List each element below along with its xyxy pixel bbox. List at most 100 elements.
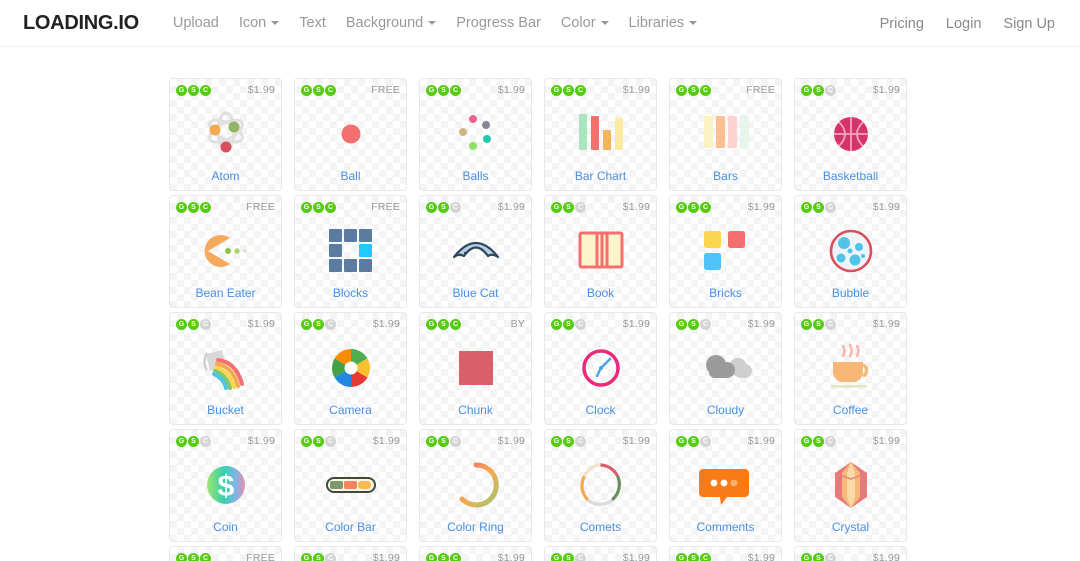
card-title-link[interactable]: Bean Eater bbox=[170, 286, 281, 300]
card-title-link[interactable]: Clock bbox=[545, 403, 656, 417]
nav-item-pricing[interactable]: Pricing bbox=[869, 16, 935, 32]
format-badge-s-icon: S bbox=[188, 318, 199, 330]
animation-card[interactable]: G S C $1.99 Bucket bbox=[169, 312, 282, 425]
card-title-link[interactable]: Coin bbox=[170, 520, 281, 534]
animation-card[interactable]: G S C $1.99 Book bbox=[544, 195, 657, 308]
card-title-link[interactable]: Blue Cat bbox=[420, 286, 531, 300]
animation-card[interactable]: G S C FREE Blocks bbox=[294, 195, 407, 308]
format-badge-s-icon: S bbox=[813, 318, 824, 330]
card-title-link[interactable]: Ball bbox=[295, 169, 406, 183]
format-badge-c-icon: C bbox=[325, 318, 336, 330]
card-title-link[interactable]: Bubble bbox=[795, 286, 906, 300]
animation-card[interactable]: G S C $1.99 Camera bbox=[294, 312, 407, 425]
nav-item-libraries[interactable]: Libraries bbox=[619, 15, 708, 31]
nav-item-label: Background bbox=[345, 15, 424, 31]
card-header: G S C $1.99 bbox=[551, 201, 650, 213]
card-format-badges: GSC bbox=[176, 84, 211, 96]
format-badge-s-icon: S bbox=[313, 84, 324, 96]
card-title-link[interactable]: Basketball bbox=[795, 169, 906, 183]
format-badge-c-icon: C bbox=[450, 201, 461, 213]
animation-card[interactable]: G S C $1.99 Blue Cat bbox=[419, 195, 532, 308]
card-title-link[interactable]: Camera bbox=[295, 403, 406, 417]
animation-card[interactable]: G S C $1.99 Balls bbox=[419, 78, 532, 191]
animation-card[interactable]: G S C FREE Bean Eater bbox=[169, 195, 282, 308]
card-format-badges: GSC bbox=[551, 552, 586, 561]
nav-item-progress-bar[interactable]: Progress Bar bbox=[446, 15, 551, 31]
format-badge-g-icon: G bbox=[801, 318, 812, 330]
nav-item-color[interactable]: Color bbox=[551, 15, 619, 31]
card-price-label: $1.99 bbox=[247, 84, 275, 96]
animation-card[interactable]: G S C $1.99 Atom bbox=[169, 78, 282, 191]
card-header: G S C $1.99 bbox=[301, 552, 400, 561]
animation-card[interactable]: G S C $1.99 Bubble bbox=[794, 195, 907, 308]
animation-card[interactable]: G S C FREE bbox=[169, 546, 282, 561]
card-title-link[interactable]: Blocks bbox=[295, 286, 406, 300]
animation-card[interactable]: G S C $1.99 Bricks bbox=[669, 195, 782, 308]
animation-card[interactable]: G S C $1.99 bbox=[294, 546, 407, 561]
animation-card[interactable]: G S C BY Chunk bbox=[419, 312, 532, 425]
card-title-link[interactable]: Crystal bbox=[795, 520, 906, 534]
format-badge-s-icon: S bbox=[688, 435, 699, 447]
nav-item-text[interactable]: Text bbox=[289, 15, 336, 31]
nav-item-icon[interactable]: Icon bbox=[229, 15, 289, 31]
card-price-label: $1.99 bbox=[622, 201, 650, 213]
account-nav: Pricing Login Sign Up bbox=[869, 0, 1066, 47]
animation-card[interactable]: G S C $1.99 Comments bbox=[669, 429, 782, 542]
card-title-link[interactable]: Color Ring bbox=[420, 520, 531, 534]
animation-card[interactable]: G S C $1.99 Clock bbox=[544, 312, 657, 425]
animation-card[interactable]: G S C $1.99 Cloudy bbox=[669, 312, 782, 425]
format-badge-g-icon: G bbox=[301, 435, 312, 447]
card-title-link[interactable]: Chunk bbox=[420, 403, 531, 417]
card-title-link[interactable]: Bars bbox=[670, 169, 781, 183]
animation-card[interactable]: G S C $1.99 bbox=[544, 546, 657, 561]
card-price-label: $1.99 bbox=[247, 318, 275, 330]
card-title-link[interactable]: Color Bar bbox=[295, 520, 406, 534]
format-badge-s-icon: S bbox=[688, 552, 699, 561]
nav-item-upload[interactable]: Upload bbox=[163, 15, 229, 31]
format-badge-s-icon: S bbox=[688, 84, 699, 96]
card-title-link[interactable]: Bricks bbox=[670, 286, 781, 300]
card-header: G S C $1.99 bbox=[551, 84, 650, 96]
format-badge-s-icon: S bbox=[313, 318, 324, 330]
card-price-label: $1.99 bbox=[247, 435, 275, 447]
format-badge-s-icon: S bbox=[813, 201, 824, 213]
card-preview-chunk-icon bbox=[420, 331, 531, 405]
animation-card[interactable]: G S C $1.99 $ Coin bbox=[169, 429, 282, 542]
card-price-label: $1.99 bbox=[372, 552, 400, 561]
card-title-link[interactable]: Comets bbox=[545, 520, 656, 534]
nav-item-sign-up[interactable]: Sign Up bbox=[992, 16, 1066, 32]
animation-card[interactable]: G S C $1.99 bbox=[794, 546, 907, 561]
card-title-link[interactable]: Atom bbox=[170, 169, 281, 183]
card-price-label: BY bbox=[510, 318, 525, 330]
card-preview-bricks-icon bbox=[670, 214, 781, 288]
card-header: G S C $1.99 bbox=[176, 84, 275, 96]
animation-card[interactable]: G S C $1.99 bbox=[669, 546, 782, 561]
card-title-link[interactable]: Bucket bbox=[170, 403, 281, 417]
card-grid: G S C $1.99 Atom G S C FREE Ball G S C $1.99 Balls G… bbox=[169, 78, 1080, 561]
card-price-label: FREE bbox=[246, 552, 275, 561]
animation-card[interactable]: G S C FREE Ball bbox=[294, 78, 407, 191]
card-title-link[interactable]: Bar Chart bbox=[545, 169, 656, 183]
card-title-link[interactable]: Cloudy bbox=[670, 403, 781, 417]
site-logo[interactable]: LOADING.IO bbox=[23, 12, 139, 35]
nav-item-login[interactable]: Login bbox=[935, 16, 992, 32]
format-badge-g-icon: G bbox=[176, 435, 187, 447]
format-badge-c-icon: C bbox=[700, 84, 711, 96]
animation-card[interactable]: G S C $1.99 Coffee bbox=[794, 312, 907, 425]
animation-card[interactable]: G S C $1.99 bbox=[419, 546, 532, 561]
animation-card[interactable]: G S C $1.99 Color Ring bbox=[419, 429, 532, 542]
nav-item-label: Color bbox=[560, 15, 596, 31]
animation-card[interactable]: G S C $1.99 Comets bbox=[544, 429, 657, 542]
animation-card[interactable]: G S C FREE Bars bbox=[669, 78, 782, 191]
animation-card[interactable]: G S C $1.99 Basketball bbox=[794, 78, 907, 191]
nav-item-background[interactable]: Background bbox=[336, 15, 446, 31]
card-format-badges: GSC bbox=[676, 318, 711, 330]
card-header: G S C $1.99 bbox=[801, 201, 900, 213]
card-title-link[interactable]: Book bbox=[545, 286, 656, 300]
animation-card[interactable]: G S C $1.99 Color Bar bbox=[294, 429, 407, 542]
card-title-link[interactable]: Comments bbox=[670, 520, 781, 534]
animation-card[interactable]: G S C $1.99 Crystal bbox=[794, 429, 907, 542]
card-title-link[interactable]: Coffee bbox=[795, 403, 906, 417]
card-title-link[interactable]: Balls bbox=[420, 169, 531, 183]
animation-card[interactable]: G S C $1.99 Bar Chart bbox=[544, 78, 657, 191]
